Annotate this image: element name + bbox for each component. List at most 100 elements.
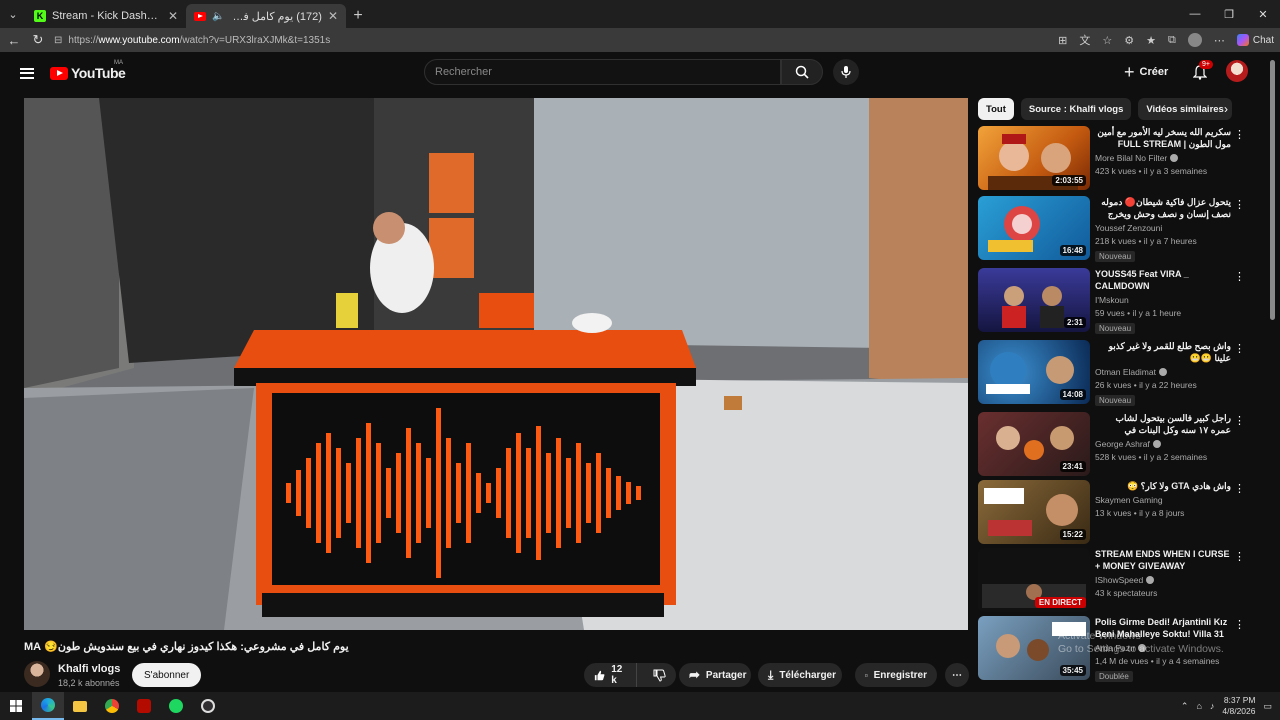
video-thumbnail[interactable]: 2:31	[978, 268, 1090, 332]
copilot-icon	[1236, 34, 1249, 46]
recommendation-item[interactable]: 2:03:55 سكريم الله يسخر ليه الأمور مع أم…	[978, 126, 1245, 190]
speaker-tray-icon[interactable]: ♪	[1210, 701, 1215, 711]
channel-name[interactable]: Khalfi vlogs	[58, 663, 120, 675]
recommendation-title[interactable]: YOUSS45 Feat VIRA _ CALMDOWN	[1095, 268, 1231, 292]
share-button[interactable]: ➦ Partager	[679, 663, 751, 687]
channel-label[interactable]: George Ashraf	[1095, 439, 1150, 449]
recommendation-item[interactable]: 14:08 واش بصح طلع للقمر ولا غير كذبو علي…	[978, 340, 1245, 406]
taskbar-acrobat[interactable]	[128, 692, 160, 720]
chip-source-channel[interactable]: Source : Khalfi vlogs	[1020, 98, 1132, 120]
channel-label[interactable]: I'Mskoun	[1095, 295, 1129, 305]
video-thumbnail[interactable]: 2:03:55	[978, 126, 1090, 190]
youtube-logo[interactable]: YouTube MA	[50, 60, 126, 81]
new-tab-button[interactable]: +	[346, 4, 370, 28]
close-tab-icon[interactable]: ✕	[328, 9, 338, 23]
video-thumbnail[interactable]: 23:41	[978, 412, 1090, 476]
voice-search-button[interactable]	[833, 59, 859, 85]
kebab-menu-icon[interactable]: ⋮	[1234, 618, 1245, 631]
channel-label[interactable]: Skaymen Gaming	[1095, 495, 1163, 505]
page-scrollbar[interactable]	[1270, 60, 1275, 320]
recommendation-channel: Otman Eladimat	[1095, 367, 1231, 377]
app-install-icon[interactable]: ⊞	[1058, 34, 1067, 47]
profile-avatar[interactable]	[1187, 33, 1202, 47]
video-thumbnail[interactable]: 14:08	[978, 340, 1090, 404]
notification-center-icon[interactable]: ▭	[1263, 701, 1272, 712]
recommendation-item[interactable]: EN DIRECT STREAM ENDS WHEN I CURSE + MON…	[978, 548, 1245, 612]
back-icon[interactable]: ←	[6, 33, 22, 48]
clock[interactable]: 8:37 PM 4/8/2026	[1222, 695, 1255, 717]
url-field[interactable]: ⊟ https://www.youtube.com/watch?v=URX3lr…	[54, 30, 1050, 50]
close-window-icon[interactable]: ✕	[1246, 0, 1280, 28]
taskbar-chrome[interactable]	[96, 692, 128, 720]
recommendation-item[interactable]: 23:41 راجل كبير فالسن بيتحول لشاب عمره ١…	[978, 412, 1245, 476]
taskbar-edge[interactable]	[32, 692, 64, 720]
close-tab-icon[interactable]: ✕	[168, 9, 178, 23]
recommendation-item[interactable]: 16:48 يتحول عزال فاكية شيطان🔴 دموله نصف …	[978, 196, 1245, 262]
channel-label[interactable]: Youssef Zenzouni	[1095, 223, 1162, 233]
tray-chevron-icon[interactable]: ⌃	[1181, 701, 1189, 712]
search-input[interactable]: Rechercher	[424, 59, 781, 85]
kebab-menu-icon[interactable]: ⋮	[1234, 482, 1245, 495]
collections-icon[interactable]: ⧉	[1168, 34, 1176, 47]
taskbar-obs[interactable]	[192, 692, 224, 720]
kebab-menu-icon[interactable]: ⋮	[1234, 128, 1245, 141]
video-thumbnail[interactable]: EN DIRECT	[978, 548, 1090, 612]
recommendation-title[interactable]: واش هادي GTA ولا كار؟ 😳	[1095, 480, 1231, 492]
taskbar-file-explorer[interactable]	[64, 692, 96, 720]
kebab-menu-icon[interactable]: ⋮	[1234, 270, 1245, 283]
user-avatar[interactable]	[1226, 60, 1248, 82]
translate-icon[interactable]: 文	[1079, 32, 1090, 48]
kebab-menu-icon[interactable]: ⋮	[1234, 342, 1245, 355]
more-actions-button[interactable]: ⋯	[945, 663, 969, 687]
reload-icon[interactable]: ↻	[30, 32, 46, 48]
kebab-menu-icon[interactable]: ⋮	[1234, 550, 1245, 563]
kebab-menu-icon[interactable]: ⋮	[1234, 198, 1245, 211]
video-thumbnail[interactable]: 15:22	[978, 480, 1090, 544]
copilot-chat-button[interactable]: Chat	[1236, 34, 1274, 46]
video-duration: 2:03:55	[1052, 175, 1086, 186]
like-button[interactable]: 12 k	[584, 663, 637, 687]
kebab-menu-icon[interactable]: ⋮	[1234, 414, 1245, 427]
chip-similar-videos[interactable]: Vidéos similaires	[1138, 98, 1232, 120]
taskbar-spotify[interactable]	[160, 692, 192, 720]
channel-label[interactable]: IShowSpeed	[1095, 575, 1143, 585]
tab-youtube[interactable]: 🔈 (172) يوم كامل في مشروعي: ه ✕	[186, 4, 346, 28]
search-button[interactable]	[781, 59, 823, 85]
extensions-icon[interactable]: ⚙	[1124, 34, 1134, 47]
tab-actions-menu[interactable]: ⌄	[0, 0, 26, 28]
recommendation-title[interactable]: راجل كبير فالسن بيتحول لشاب عمره ١٧ سنه …	[1095, 412, 1232, 436]
video-player[interactable]	[24, 98, 968, 630]
download-button[interactable]: ⤓ Télécharger	[758, 663, 842, 687]
start-button[interactable]	[0, 692, 32, 720]
search-icon	[795, 65, 809, 79]
folder-icon	[73, 700, 87, 712]
recommendation-item[interactable]: 2:31 YOUSS45 Feat VIRA _ CALMDOWN I'Msko…	[978, 268, 1245, 334]
recommendation-title[interactable]: واش بصح طلع للقمر ولا غير كذبو علينا 😬😬	[1095, 340, 1231, 364]
more-menu-icon[interactable]: ⋯	[1214, 34, 1225, 47]
dislike-button[interactable]	[643, 663, 676, 687]
verified-icon	[1152, 440, 1161, 448]
channel-avatar[interactable]	[24, 661, 50, 687]
create-button[interactable]: + Créer	[1124, 61, 1168, 83]
favorite-star-icon[interactable]: ☆	[1102, 34, 1112, 47]
video-thumbnail[interactable]: 16:48	[978, 196, 1090, 260]
network-icon[interactable]: ⌂	[1196, 701, 1201, 711]
channel-label[interactable]: Otman Eladimat	[1095, 367, 1156, 377]
tab-kick-dashboard[interactable]: K Stream - Kick Dashboard ✕	[26, 4, 186, 28]
recommendation-title[interactable]: سكريم الله يسخر ليه الأمور مع أمين مول ا…	[1095, 126, 1231, 150]
subscribe-button[interactable]: S'abonner	[132, 663, 202, 687]
speaker-icon[interactable]: 🔈	[212, 11, 224, 22]
recommendation-meta: 218 k vues • il y a 7 heures	[1095, 236, 1197, 246]
site-info-icon[interactable]: ⊟	[54, 35, 62, 46]
minimize-icon[interactable]: —	[1178, 0, 1212, 28]
chevron-right-icon[interactable]: ›	[1224, 102, 1228, 116]
chip-all[interactable]: Tout	[978, 98, 1014, 120]
recommendation-title[interactable]: STREAM ENDS WHEN I CURSE + MONEY GIVEAWA…	[1095, 548, 1231, 572]
favorites-icon[interactable]: ★	[1146, 34, 1156, 47]
save-button[interactable]: Enregistrer	[855, 663, 937, 687]
hamburger-menu-icon[interactable]	[20, 67, 34, 79]
recommendation-title[interactable]: يتحول عزال فاكية شيطان🔴 دموله نصف إنسان …	[1095, 196, 1231, 220]
recommendation-item[interactable]: 15:22 واش هادي GTA ولا كار؟ 😳 Skaymen Ga…	[978, 480, 1245, 544]
maximize-icon[interactable]: ❐	[1212, 0, 1246, 28]
channel-label[interactable]: More Bilal No Filter	[1095, 153, 1167, 163]
